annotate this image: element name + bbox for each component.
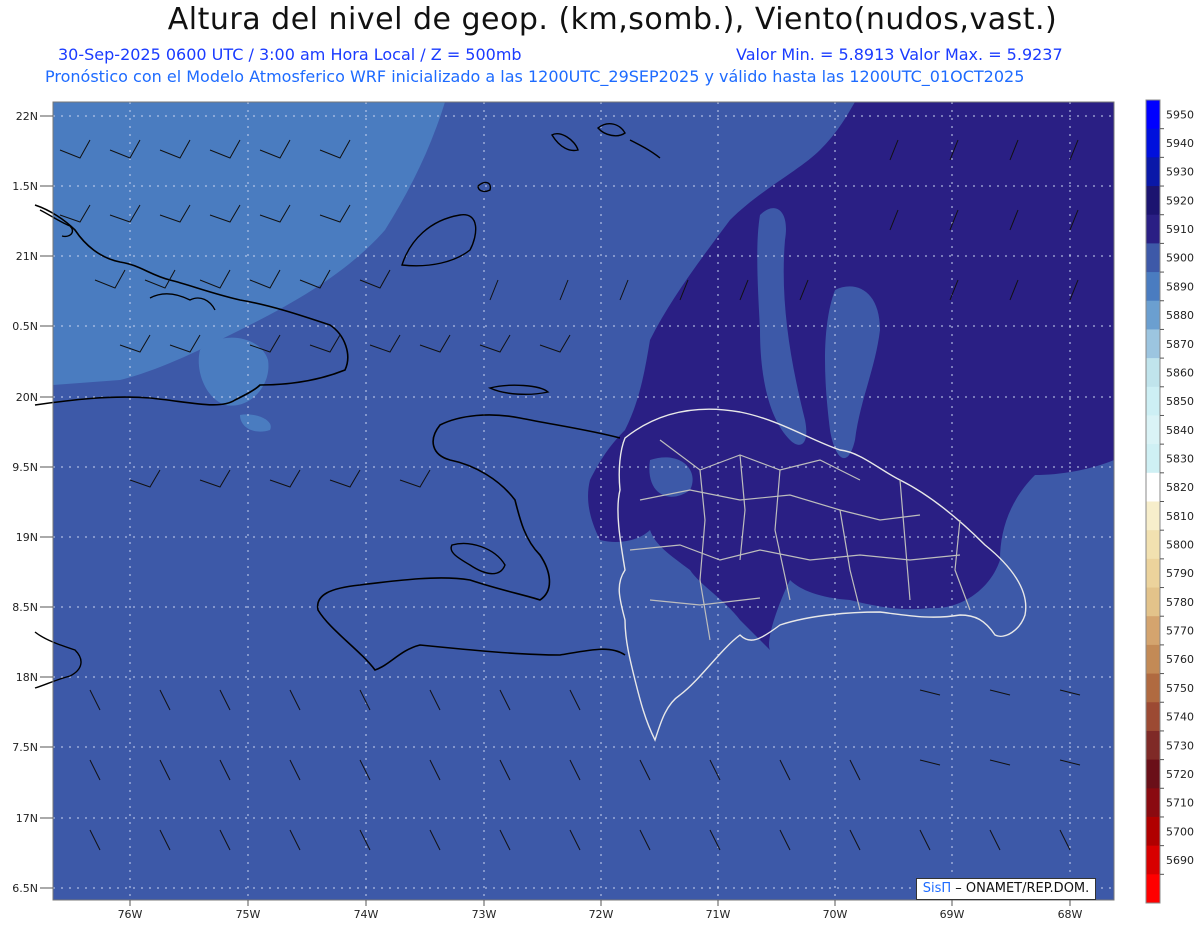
colorbar-label: 5920 bbox=[1166, 194, 1194, 207]
colorbar-label: 5850 bbox=[1166, 395, 1194, 408]
colorbar-label: 5830 bbox=[1166, 452, 1194, 465]
lon-label: 74W bbox=[354, 908, 379, 921]
longitude-labels: 76W 75W 74W 73W 72W 71W 70W 69W 68W bbox=[118, 908, 1083, 921]
lat-label: 9.5N bbox=[12, 461, 38, 474]
colorbar-swatch bbox=[1146, 358, 1160, 388]
lat-label: 18N bbox=[16, 671, 38, 684]
colorbar-label: 5740 bbox=[1166, 711, 1194, 724]
lon-label: 69W bbox=[940, 908, 965, 921]
credit-box: SisΠ – ONAMET/REP.DOM. bbox=[916, 878, 1096, 900]
colorbar-label: 5710 bbox=[1166, 797, 1194, 810]
lon-label: 76W bbox=[118, 908, 143, 921]
lon-label: 75W bbox=[236, 908, 261, 921]
colorbar-swatch bbox=[1146, 816, 1160, 847]
lat-label: 19N bbox=[16, 531, 38, 544]
colorbar-swatch bbox=[1146, 157, 1160, 187]
lat-label: 21N bbox=[16, 250, 38, 263]
credit-text: – ONAMET/REP.DOM. bbox=[951, 881, 1090, 896]
colorbar-label: 5720 bbox=[1166, 768, 1194, 781]
colorbar-swatch bbox=[1146, 730, 1160, 761]
colorbar-swatch bbox=[1146, 472, 1160, 502]
colorbar-swatch bbox=[1146, 874, 1160, 904]
colorbar-swatch bbox=[1146, 616, 1160, 646]
colorbar-label: 5800 bbox=[1166, 539, 1194, 552]
colorbar-swatch bbox=[1146, 845, 1160, 875]
colorbar-swatch bbox=[1146, 214, 1160, 244]
colorbar-label: 5810 bbox=[1166, 510, 1194, 523]
colorbar-swatch bbox=[1146, 100, 1160, 130]
colorbar-label: 5940 bbox=[1166, 137, 1194, 150]
lon-label: 73W bbox=[472, 908, 497, 921]
lat-label: 6.5N bbox=[12, 882, 38, 895]
colorbar-label: 5930 bbox=[1166, 166, 1194, 179]
colorbar-label: 5700 bbox=[1166, 825, 1194, 838]
colorbar-label: 5780 bbox=[1166, 596, 1194, 609]
geopotential-map: 22N 1.5N 21N 0.5N 20N 9.5N 19N 8.5N 18N … bbox=[12, 99, 1194, 921]
colorbar-swatch bbox=[1146, 530, 1160, 560]
colorbar-swatch bbox=[1146, 128, 1160, 158]
lat-label: 22N bbox=[16, 110, 38, 123]
colorbar-swatch bbox=[1146, 386, 1160, 416]
colorbar-label: 5910 bbox=[1166, 223, 1194, 236]
colorbar-label: 5840 bbox=[1166, 424, 1194, 437]
lon-label: 68W bbox=[1058, 908, 1083, 921]
colorbar-swatch bbox=[1146, 300, 1160, 330]
lon-label: 70W bbox=[823, 908, 848, 921]
latitude-labels: 22N 1.5N 21N 0.5N 20N 9.5N 19N 8.5N 18N … bbox=[12, 110, 38, 895]
colorbar-swatch bbox=[1146, 243, 1160, 273]
lat-label: 17N bbox=[16, 812, 38, 825]
colorbar-swatch bbox=[1146, 587, 1160, 617]
colorbar-label: 5790 bbox=[1166, 567, 1194, 580]
colorbar-label: 5880 bbox=[1166, 309, 1194, 322]
colorbar-swatch bbox=[1146, 788, 1160, 818]
colorbar-label: 5860 bbox=[1166, 366, 1194, 379]
lat-label: 20N bbox=[16, 391, 38, 404]
colorbar-swatch bbox=[1146, 558, 1160, 589]
lat-label: 1.5N bbox=[12, 180, 38, 193]
colorbar-label: 5900 bbox=[1166, 252, 1194, 265]
lon-label: 72W bbox=[589, 908, 614, 921]
colorbar-swatch bbox=[1146, 702, 1160, 732]
lat-label: 0.5N bbox=[12, 320, 38, 333]
colorbar-swatch bbox=[1146, 186, 1160, 216]
colorbar-label: 5770 bbox=[1166, 625, 1194, 638]
colorbar-label: 5870 bbox=[1166, 338, 1194, 351]
colorbar-swatch bbox=[1146, 673, 1160, 703]
longitude-ticks bbox=[129, 900, 1071, 906]
latitude-ticks bbox=[40, 115, 53, 889]
colorbar-label: 5820 bbox=[1166, 481, 1194, 494]
colorbar: 5950 5940 5930 5920 5910 5900 5890 5880 5870 5860… bbox=[1145, 99, 1194, 904]
colorbar-label: 5690 bbox=[1166, 854, 1194, 867]
lat-label: 7.5N bbox=[12, 741, 38, 754]
colorbar-swatch bbox=[1146, 272, 1160, 302]
colorbar-label: 5730 bbox=[1166, 739, 1194, 752]
colorbar-swatch bbox=[1146, 444, 1160, 474]
colorbar-label: 5750 bbox=[1166, 682, 1194, 695]
credit-brand: SisΠ bbox=[922, 881, 952, 896]
colorbar-label: 5950 bbox=[1166, 108, 1194, 121]
colorbar-label: 5760 bbox=[1166, 653, 1194, 666]
colorbar-swatch bbox=[1146, 415, 1160, 445]
lon-label: 71W bbox=[706, 908, 731, 921]
colorbar-swatch bbox=[1146, 759, 1160, 789]
colorbar-swatch bbox=[1146, 644, 1160, 675]
colorbar-swatch bbox=[1146, 329, 1160, 359]
colorbar-swatch bbox=[1146, 501, 1160, 531]
lat-label: 8.5N bbox=[12, 601, 38, 614]
colorbar-label: 5890 bbox=[1166, 280, 1194, 293]
